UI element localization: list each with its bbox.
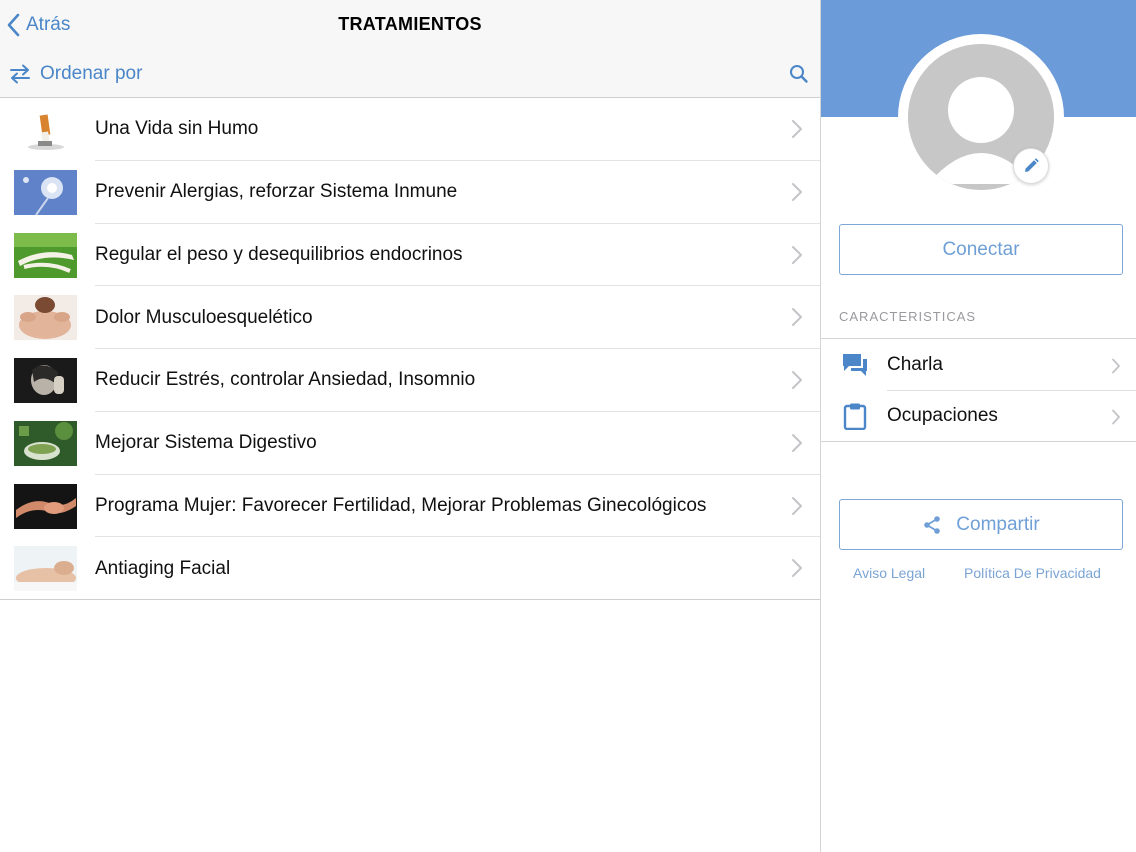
list-item[interactable]: Dolor Musculoesquelético bbox=[0, 286, 820, 349]
list-toolbar: Ordenar por bbox=[0, 50, 820, 98]
list-item-label: Regular el peso y desequilibrios endocri… bbox=[95, 243, 463, 265]
list-item-label: Dolor Musculoesquelético bbox=[95, 306, 313, 328]
chat-bubbles-icon bbox=[843, 354, 867, 376]
list-item[interactable]: Una Vida sin Humo bbox=[0, 98, 820, 161]
chevron-right-icon bbox=[792, 182, 802, 201]
treatments-pane: Atrás TRATAMIENTOS Ordenar por Una Vida … bbox=[0, 0, 820, 852]
chevron-right-icon bbox=[792, 308, 802, 327]
measuring-tape-thumbnail bbox=[14, 232, 77, 278]
facial-treatment-thumbnail bbox=[14, 546, 77, 592]
sort-label: Ordenar por bbox=[40, 63, 143, 84]
chevron-right-icon bbox=[792, 496, 802, 515]
chevron-right-icon bbox=[792, 120, 802, 138]
list-item[interactable]: Regular el peso y desequilibrios endocri… bbox=[0, 224, 820, 287]
navigation-bar: Atrás TRATAMIENTOS bbox=[0, 0, 820, 50]
list-item-label: Una Vida sin Humo bbox=[95, 118, 259, 140]
list-item-label: Prevenir Alergias, reforzar Sistema Inmu… bbox=[95, 181, 458, 203]
legal-notice-link[interactable]: Aviso Legal bbox=[853, 565, 925, 581]
massage-thumbnail bbox=[14, 295, 77, 341]
chevron-right-icon bbox=[792, 371, 802, 389]
stressed-person-thumbnail bbox=[14, 358, 77, 403]
feature-item-charla[interactable]: Charla bbox=[821, 339, 1136, 390]
chevron-right-icon bbox=[792, 245, 802, 264]
herbal-tea-thumbnail bbox=[14, 420, 77, 466]
chevron-right-icon bbox=[1112, 358, 1120, 374]
feature-label: Ocupaciones bbox=[887, 404, 998, 426]
profile-pane: Conectar CARACTERISTICAS Charla Ocupacio… bbox=[820, 0, 1136, 852]
list-item[interactable]: Prevenir Alergias, reforzar Sistema Inmu… bbox=[0, 161, 820, 224]
clipboard-icon bbox=[843, 403, 867, 430]
chevron-right-icon bbox=[792, 559, 802, 578]
share-label: Compartir bbox=[956, 513, 1040, 535]
privacy-policy-link[interactable]: Política De Privacidad bbox=[964, 565, 1101, 581]
chevron-right-icon bbox=[792, 433, 802, 452]
feature-label: Charla bbox=[887, 353, 943, 375]
sort-button[interactable]: Ordenar por bbox=[8, 60, 142, 88]
cigarette-thumbnail bbox=[14, 107, 77, 152]
list-item-label: Antiaging Facial bbox=[95, 557, 231, 579]
search-icon bbox=[790, 65, 808, 83]
list-item[interactable]: Mejorar Sistema Digestivo bbox=[0, 412, 820, 475]
search-button[interactable] bbox=[788, 63, 810, 85]
list-item[interactable]: Antiaging Facial bbox=[0, 537, 820, 600]
list-item-label: Reducir Estrés, controlar Ansiedad, Inso… bbox=[95, 369, 476, 391]
share-button[interactable]: Compartir bbox=[839, 499, 1123, 550]
chevron-right-icon bbox=[1112, 409, 1120, 425]
page-title: TRATAMIENTOS bbox=[338, 14, 482, 34]
feature-item-ocupaciones[interactable]: Ocupaciones bbox=[821, 390, 1136, 441]
edit-avatar-button[interactable] bbox=[1013, 148, 1049, 184]
list-item-label: Programa Mujer: Favorecer Fertilidad, Me… bbox=[95, 494, 707, 516]
list-item[interactable]: Reducir Estrés, controlar Ansiedad, Inso… bbox=[0, 349, 820, 412]
hands-thumbnail bbox=[14, 483, 77, 529]
list-item-label: Mejorar Sistema Digestivo bbox=[95, 432, 317, 454]
swap-arrows-icon bbox=[10, 64, 30, 84]
pencil-icon bbox=[1025, 158, 1039, 172]
share-icon bbox=[924, 515, 941, 534]
treatment-list: Una Vida sin Humo Prevenir Alergias, ref… bbox=[0, 98, 820, 600]
section-title: CARACTERISTICAS bbox=[839, 309, 977, 324]
dandelion-thumbnail bbox=[14, 169, 77, 215]
connect-button[interactable]: Conectar bbox=[839, 224, 1123, 275]
features-list: Charla Ocupaciones bbox=[821, 338, 1136, 442]
list-item[interactable]: Programa Mujer: Favorecer Fertilidad, Me… bbox=[0, 475, 820, 538]
